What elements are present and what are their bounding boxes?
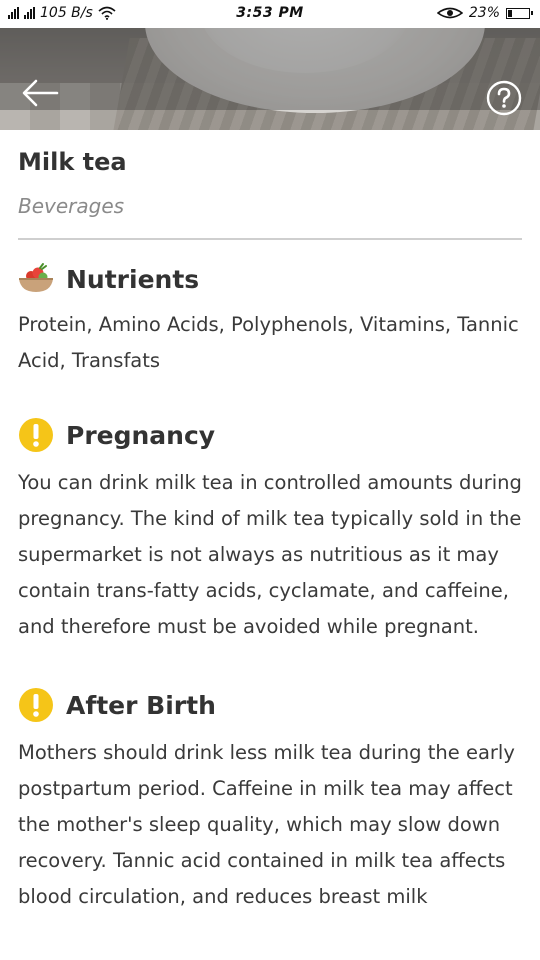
food-details: Milk tea Beverages Nutrients Protein, Am… bbox=[18, 130, 522, 915]
after-birth-text: Mothers should drink less milk tea durin… bbox=[18, 741, 515, 908]
help-button[interactable] bbox=[486, 80, 522, 116]
status-right: 23% bbox=[436, 5, 533, 21]
food-category: Beverages bbox=[18, 194, 125, 218]
food-name: Milk tea bbox=[18, 148, 127, 176]
header-shade bbox=[0, 28, 540, 110]
pregnancy-text: You can drink milk tea in controlled amo… bbox=[18, 471, 522, 638]
nutrients-header: Nutrients bbox=[18, 259, 522, 299]
status-bar: 105 B/s 3:53 PM 23% bbox=[0, 0, 540, 28]
pregnancy-title: Pregnancy bbox=[66, 420, 216, 450]
nutrients-section: Nutrients Protein, Amino Acids, Polyphen… bbox=[18, 259, 522, 379]
warning-icon bbox=[19, 688, 53, 722]
battery-percent: 23% bbox=[468, 5, 500, 21]
after-birth-title: After Birth bbox=[66, 690, 216, 720]
arrow-left-icon bbox=[22, 79, 59, 107]
after-birth-header: After Birth bbox=[18, 685, 522, 725]
fruit-basket-icon bbox=[19, 263, 53, 292]
after-birth-section: After Birth Mothers should drink less mi… bbox=[18, 685, 522, 915]
food-detail-screen: 105 B/s 3:53 PM 23% Milk tea Beverages N… bbox=[0, 0, 540, 960]
hero-image bbox=[0, 28, 540, 130]
battery-level bbox=[508, 9, 512, 17]
pregnancy-section: Pregnancy You can drink milk tea in cont… bbox=[18, 415, 522, 645]
divider bbox=[18, 238, 522, 240]
nutrients-text: Protein, Amino Acids, Polyphenols, Vitam… bbox=[18, 313, 519, 372]
pregnancy-header: Pregnancy bbox=[18, 415, 522, 455]
eye-icon bbox=[436, 7, 463, 19]
nutrients-title: Nutrients bbox=[66, 264, 200, 294]
question-circle-icon bbox=[486, 80, 522, 116]
back-button[interactable] bbox=[20, 78, 64, 118]
warning-icon bbox=[19, 418, 53, 452]
battery-icon bbox=[506, 7, 533, 19]
